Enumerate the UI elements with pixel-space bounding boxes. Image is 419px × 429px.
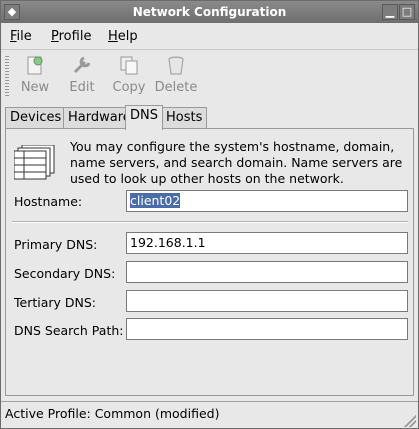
status-text: Active Profile: Common (modified) bbox=[5, 406, 220, 421]
new-icon bbox=[27, 55, 43, 75]
status-bar: Active Profile: Common (modified) bbox=[1, 401, 418, 429]
menu-help[interactable]: Help bbox=[108, 29, 138, 44]
menu-bar: File Profile Help bbox=[1, 25, 418, 49]
minimize-icon[interactable]: ▁ bbox=[382, 4, 398, 20]
toolbar-grip[interactable] bbox=[5, 56, 9, 96]
wrench-icon bbox=[73, 56, 91, 74]
hostname-label: Hostname: bbox=[14, 194, 83, 209]
window-title: Network Configuration bbox=[132, 5, 287, 19]
primary-dns-field[interactable]: 192.168.1.1 bbox=[126, 232, 408, 254]
dns-search-path-label: DNS Search Path: bbox=[14, 323, 124, 338]
delete-button[interactable]: Delete bbox=[154, 52, 198, 100]
dns-table-icon bbox=[14, 145, 55, 180]
tab-hosts[interactable]: Hosts bbox=[161, 107, 208, 129]
separator bbox=[12, 221, 408, 223]
intro-text: You may configure the system's hostname,… bbox=[70, 139, 403, 186]
copy-button[interactable]: Copy bbox=[107, 52, 151, 100]
secondary-dns-field[interactable] bbox=[126, 261, 408, 283]
edit-button[interactable]: Edit bbox=[60, 52, 104, 100]
trash-icon bbox=[168, 56, 184, 75]
tertiary-dns-label: Tertiary DNS: bbox=[14, 295, 97, 310]
copy-icon bbox=[120, 56, 138, 75]
tab-devices[interactable]: Devices bbox=[5, 107, 67, 129]
menu-file[interactable]: File bbox=[10, 29, 32, 44]
network-configuration-window: ◆ Network Configuration ▁ □ File Profile… bbox=[0, 0, 419, 429]
resize-grip-icon[interactable] bbox=[404, 415, 416, 427]
primary-dns-label: Primary DNS: bbox=[14, 237, 98, 252]
toolbar: New Edit Copy Delete bbox=[1, 49, 418, 102]
title-bar[interactable]: ◆ Network Configuration ▁ □ bbox=[1, 1, 418, 23]
tertiary-dns-field[interactable] bbox=[126, 290, 408, 312]
secondary-dns-label: Secondary DNS: bbox=[14, 266, 116, 281]
new-button[interactable]: New bbox=[13, 52, 57, 100]
hostname-field[interactable]: client02 bbox=[126, 190, 408, 212]
maximize-icon[interactable]: □ bbox=[399, 4, 415, 20]
menu-profile[interactable]: Profile bbox=[51, 29, 91, 44]
dns-search-path-field[interactable] bbox=[126, 318, 408, 340]
dns-panel: You may configure the system's hostname,… bbox=[5, 128, 414, 396]
window-menu-icon[interactable]: ◆ bbox=[4, 4, 20, 20]
tab-dns[interactable]: DNS bbox=[125, 105, 163, 130]
